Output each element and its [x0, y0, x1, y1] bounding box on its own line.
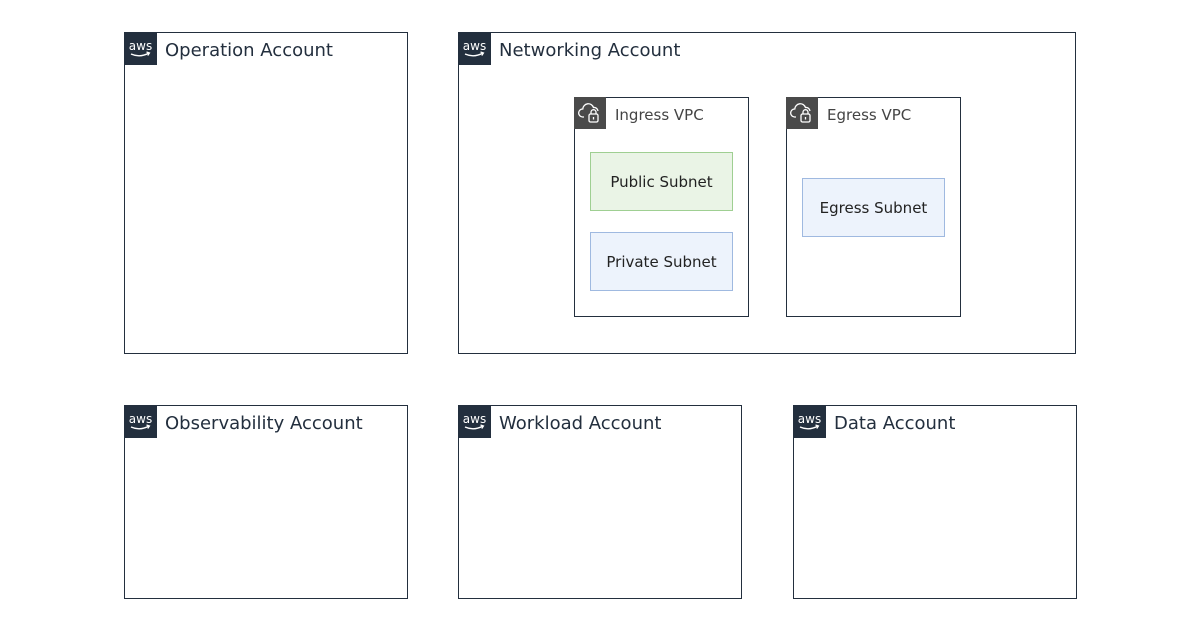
svg-text:aws: aws	[463, 39, 486, 53]
workload-account-title: Workload Account	[499, 413, 662, 434]
data-account-group[interactable]: aws Data Account	[793, 405, 1077, 599]
svg-text:aws: aws	[129, 39, 152, 53]
networking-account-title: Networking Account	[499, 40, 681, 61]
egress-vpc-title: Egress VPC	[827, 106, 912, 124]
aws-logo-icon: aws	[458, 32, 491, 65]
workload-account-group[interactable]: aws Workload Account	[458, 405, 742, 599]
svg-text:aws: aws	[129, 412, 152, 426]
private-subnet[interactable]: Private Subnet	[590, 232, 733, 291]
egress-subnet[interactable]: Egress Subnet	[802, 178, 945, 237]
public-subnet[interactable]: Public Subnet	[590, 152, 733, 211]
aws-logo-icon: aws	[793, 405, 826, 438]
ingress-vpc-group[interactable]: Ingress VPC Public Subnet Private Subnet	[574, 97, 749, 317]
aws-logo-icon: aws	[124, 32, 157, 65]
svg-text:aws: aws	[463, 412, 486, 426]
operation-account-title: Operation Account	[165, 40, 333, 61]
networking-account-group[interactable]: aws Networking Account Ingress VPC Publi…	[458, 32, 1076, 354]
svg-text:aws: aws	[798, 412, 821, 426]
private-subnet-label: Private Subnet	[606, 252, 717, 271]
aws-logo-icon: aws	[124, 405, 157, 438]
ingress-vpc-title: Ingress VPC	[615, 106, 704, 124]
operation-account-group[interactable]: aws Operation Account	[124, 32, 408, 354]
aws-logo-icon: aws	[458, 405, 491, 438]
vpc-cloud-lock-icon	[786, 97, 818, 129]
public-subnet-label: Public Subnet	[610, 172, 713, 191]
observability-account-title: Observability Account	[165, 413, 363, 434]
data-account-title: Data Account	[834, 413, 956, 434]
vpc-cloud-lock-icon	[574, 97, 606, 129]
egress-vpc-group[interactable]: Egress VPC Egress Subnet	[786, 97, 961, 317]
egress-subnet-label: Egress Subnet	[819, 198, 928, 217]
observability-account-group[interactable]: aws Observability Account	[124, 405, 408, 599]
